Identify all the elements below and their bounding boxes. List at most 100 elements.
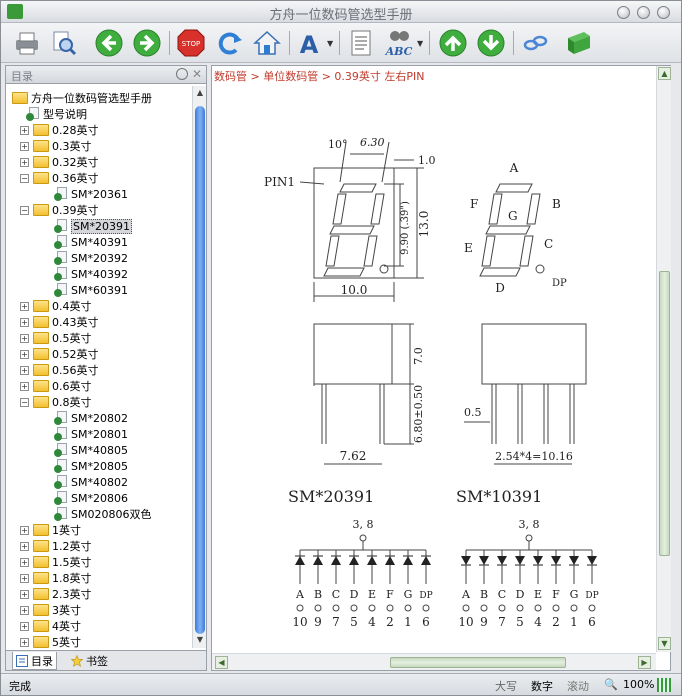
scroll-up-arrow-icon[interactable]: ▲ xyxy=(195,88,205,98)
forward-icon[interactable] xyxy=(131,27,163,59)
scroll-down-arrow-icon[interactable]: ▼ xyxy=(658,637,671,650)
find-icon[interactable] xyxy=(47,27,79,59)
scroll-down-icon[interactable] xyxy=(475,27,507,59)
content-hscrollbar[interactable]: ◀ ▶ xyxy=(212,653,656,670)
expand-icon[interactable]: + xyxy=(20,541,29,551)
tree-folder[interactable]: +0.6英寸 xyxy=(20,378,92,394)
tree-folder[interactable]: +5英寸 xyxy=(20,634,81,648)
tree-leaf[interactable]: SM*20801 xyxy=(54,426,128,442)
content-vscrollbar[interactable]: ▲ ▼ xyxy=(656,66,671,652)
svg-text:STOP: STOP xyxy=(182,40,200,48)
expand-icon[interactable]: + xyxy=(20,589,29,599)
pin-icon[interactable] xyxy=(176,68,188,80)
tree-leaf[interactable]: SM*20391 xyxy=(54,218,132,234)
expand-icon[interactable]: + xyxy=(20,317,29,327)
tree-folder[interactable]: − 0.36英寸 xyxy=(20,170,99,186)
tree-leaf[interactable]: SM*40805 xyxy=(54,442,128,458)
close-button[interactable] xyxy=(657,6,670,19)
tree-folder[interactable]: +1.2英寸 xyxy=(20,538,92,554)
print-icon[interactable] xyxy=(11,27,43,59)
collapse-icon[interactable]: − xyxy=(20,205,29,215)
font-size-icon[interactable]: A xyxy=(295,27,327,59)
scroll-down-arrow-icon[interactable]: ▼ xyxy=(195,635,205,645)
chevron-down-icon[interactable]: ▼ xyxy=(327,39,333,48)
tree-leaf[interactable]: SM*20806 xyxy=(54,490,128,506)
expand-icon[interactable]: + xyxy=(20,557,29,567)
tree-folder[interactable]: +4英寸 xyxy=(20,618,81,634)
tree-leaf[interactable]: 型号说明 xyxy=(26,106,87,122)
tree-folder[interactable]: +2.3英寸 xyxy=(20,586,92,602)
minimize-button[interactable] xyxy=(617,6,630,19)
tree-folder[interactable]: +1.5英寸 xyxy=(20,554,92,570)
tree-folder[interactable]: − 0.8英寸 xyxy=(20,394,92,410)
scroll-up-icon[interactable] xyxy=(437,27,469,59)
expand-icon[interactable]: + xyxy=(20,157,29,167)
zoom-level[interactable]: 100% xyxy=(623,678,654,691)
tree-folder[interactable]: − 0.39英寸 xyxy=(20,202,99,218)
tree-folder[interactable]: +0.52英寸 xyxy=(20,346,99,362)
resize-grip-icon[interactable] xyxy=(657,678,671,692)
collapse-icon[interactable]: − xyxy=(20,173,29,183)
expand-icon[interactable]: + xyxy=(20,349,29,359)
tree-folder[interactable]: +0.5英寸 xyxy=(20,330,92,346)
toc-scroll-thumb[interactable] xyxy=(195,106,205,634)
content-hscroll-thumb[interactable] xyxy=(390,657,566,668)
scroll-right-arrow-icon[interactable]: ▶ xyxy=(638,656,651,669)
tree-folder[interactable]: +0.56英寸 xyxy=(20,362,99,378)
expand-icon[interactable]: + xyxy=(20,605,29,615)
pin-node xyxy=(296,604,304,612)
back-icon[interactable] xyxy=(93,27,125,59)
link-icon[interactable] xyxy=(519,27,551,59)
tree-folder[interactable]: +0.32英寸 xyxy=(20,154,99,170)
expand-icon[interactable]: + xyxy=(20,621,29,631)
expand-icon[interactable]: + xyxy=(20,333,29,343)
toc-scrollbar[interactable]: ▲ ▼ xyxy=(192,86,206,648)
tree-leaf[interactable]: SM*60391 xyxy=(54,282,128,298)
content-vscroll-thumb[interactable] xyxy=(659,271,670,556)
tab-contents[interactable]: 目录 xyxy=(12,652,57,670)
tree-leaf[interactable]: SM*40391 xyxy=(54,234,128,250)
text-view-icon[interactable] xyxy=(345,27,377,59)
tab-bookmarks[interactable]: 书签 xyxy=(68,652,111,670)
tree-folder[interactable]: +0.4英寸 xyxy=(20,298,92,314)
tree-leaf[interactable]: SM*20361 xyxy=(54,186,128,202)
expand-icon[interactable]: + xyxy=(20,365,29,375)
tree-folder[interactable]: +0.43英寸 xyxy=(20,314,99,330)
expand-icon[interactable]: + xyxy=(20,125,29,135)
pin-number: 1 xyxy=(570,615,578,629)
spell-check-icon[interactable]: ABC xyxy=(383,27,415,59)
chevron-down-icon[interactable]: ▼ xyxy=(417,39,423,48)
tree-leaf[interactable]: SM*20805 xyxy=(54,458,128,474)
tree-folder[interactable]: +1.8英寸 xyxy=(20,570,92,586)
maximize-button[interactable] xyxy=(637,6,650,19)
tree-folder[interactable]: +0.3英寸 xyxy=(20,138,92,154)
scroll-left-arrow-icon[interactable]: ◀ xyxy=(215,656,228,669)
tree-leaf[interactable]: SM*40392 xyxy=(54,266,128,282)
book-icon[interactable] xyxy=(563,27,595,59)
segment-label: G xyxy=(404,588,413,601)
tree-leaf[interactable]: SM*40802 xyxy=(54,474,128,490)
expand-icon[interactable]: + xyxy=(20,381,29,391)
tree-item-label: SM*40802 xyxy=(71,475,128,489)
collapse-icon[interactable]: − xyxy=(20,397,29,407)
scroll-up-arrow-icon[interactable]: ▲ xyxy=(658,67,671,80)
expand-icon[interactable]: + xyxy=(20,525,29,535)
tree-folder[interactable]: +3英寸 xyxy=(20,602,81,618)
zoom-icon[interactable]: 🔍 xyxy=(604,678,618,691)
tree-folder[interactable]: +0.28英寸 xyxy=(20,122,99,138)
close-icon[interactable]: ✕ xyxy=(192,67,202,81)
tree-folder[interactable]: +1英寸 xyxy=(20,522,81,538)
expand-icon[interactable]: + xyxy=(20,637,29,647)
expand-icon[interactable]: + xyxy=(20,573,29,583)
stop-icon[interactable]: STOP xyxy=(175,27,207,59)
refresh-icon[interactable] xyxy=(213,27,245,59)
expand-icon[interactable]: + xyxy=(20,301,29,311)
segment-label: DP xyxy=(585,591,598,601)
svg-text:ABC: ABC xyxy=(385,45,413,58)
home-icon[interactable] xyxy=(251,27,283,59)
tree-leaf[interactable]: SM020806双色 xyxy=(54,506,151,522)
tree-folder[interactable]: 方舟一位数码管选型手册 xyxy=(12,90,152,106)
expand-icon[interactable]: + xyxy=(20,141,29,151)
tree-leaf[interactable]: SM*20392 xyxy=(54,250,128,266)
tree-leaf[interactable]: SM*20802 xyxy=(54,410,128,426)
